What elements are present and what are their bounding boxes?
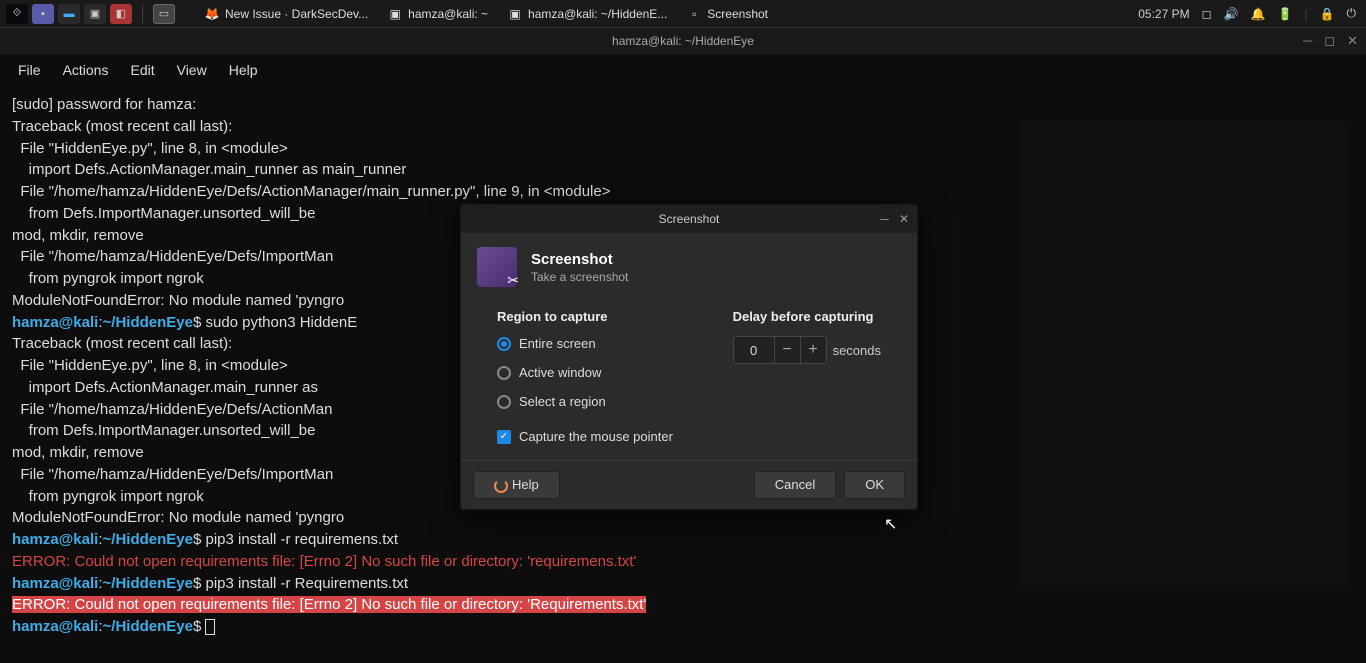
menu-view[interactable]: View — [177, 62, 207, 78]
system-tray: 05:27 PM ◻ 🔊 🔔 🔋 | 🔒 ⏻ — [1138, 6, 1366, 21]
background-browser-panel — [1020, 120, 1350, 590]
battery-icon[interactable]: 🔋 — [1277, 7, 1292, 21]
taskbar-item[interactable]: ▣ hamza@kali: ~/HiddenE... — [498, 3, 677, 25]
checkbox-icon: ✓ — [497, 430, 511, 444]
maximize-button[interactable]: ◻ — [1324, 33, 1335, 49]
region-section-label: Region to capture — [497, 309, 693, 324]
power-icon[interactable]: ⏻ — [1347, 6, 1357, 21]
task-app-icon: 🦊 — [205, 7, 219, 21]
window-titlebar: hamza@kali: ~/HiddenEye ─ ◻ ✕ — [0, 28, 1366, 54]
dialog-close-button[interactable]: ✕ — [899, 212, 909, 226]
active-window-icon[interactable]: ▭ — [153, 4, 175, 24]
screenshot-dialog: Screenshot ─ ✕ Screenshot Take a screens… — [460, 204, 918, 510]
seconds-label: seconds — [833, 343, 881, 358]
dialog-header: Screenshot Take a screenshot — [461, 233, 917, 301]
menu-help[interactable]: Help — [229, 62, 258, 78]
radio-icon — [497, 337, 511, 351]
menu-actions[interactable]: Actions — [63, 62, 109, 78]
help-button[interactable]: Help — [473, 471, 560, 499]
clock[interactable]: 05:27 PM — [1138, 7, 1189, 21]
menu-edit[interactable]: Edit — [130, 62, 154, 78]
minimize-button[interactable]: ─ — [1303, 33, 1312, 49]
dialog-window-title: Screenshot — [659, 212, 720, 226]
dialog-subtitle: Take a screenshot — [531, 270, 628, 284]
close-button[interactable]: ✕ — [1347, 33, 1358, 49]
terminal-menubar: File Actions Edit View Help — [0, 54, 1366, 86]
radio-icon — [497, 366, 511, 380]
task-app-icon: ▫ — [687, 7, 701, 21]
ok-button[interactable]: OK — [844, 471, 905, 499]
task-app-icon: ▣ — [388, 7, 402, 21]
cancel-button[interactable]: Cancel — [754, 471, 836, 499]
workspace-icon[interactable]: ◻ — [1202, 7, 1212, 21]
radio-select-region[interactable]: Select a region — [497, 394, 693, 409]
terminal-icon[interactable]: ▣ — [84, 4, 106, 24]
checkbox-mouse-pointer[interactable]: ✓Capture the mouse pointer — [497, 429, 693, 444]
kali-menu-icon[interactable]: ⟐ — [6, 4, 28, 24]
delay-decrease-button[interactable]: − — [774, 337, 800, 363]
radio-active-window[interactable]: Active window — [497, 365, 693, 380]
help-icon — [494, 479, 508, 493]
taskbar-item[interactable]: ▣ hamza@kali: ~ — [378, 3, 498, 25]
task-label: hamza@kali: ~/HiddenE... — [528, 7, 667, 21]
delay-section-label: Delay before capturing — [733, 309, 881, 324]
radio-entire-screen[interactable]: Entire screen — [497, 336, 693, 351]
taskbar: 🦊 New Issue · DarkSecDev... ▣ hamza@kali: ~… — [195, 3, 1138, 25]
dialog-minimize-button[interactable]: ─ — [880, 212, 889, 226]
task-label: New Issue · DarkSecDev... — [225, 7, 368, 21]
radio-icon — [497, 395, 511, 409]
task-label: hamza@kali: ~ — [408, 7, 488, 21]
screenshot-app-icon — [477, 247, 517, 287]
delay-spinner[interactable]: 0 − + — [733, 336, 827, 364]
menu-file[interactable]: File — [18, 62, 41, 78]
delay-value[interactable]: 0 — [734, 343, 774, 358]
volume-icon[interactable]: 🔊 — [1224, 7, 1239, 21]
dialog-title: Screenshot — [531, 251, 628, 268]
task-app-icon: ▣ — [508, 7, 522, 21]
notification-icon[interactable]: 🔔 — [1251, 7, 1266, 21]
system-topbar: ⟐ ▪ ▬ ▣ ◧ ▭ 🦊 New Issue · DarkSecDev... ▣ h… — [0, 0, 1366, 28]
taskbar-item[interactable]: ▫ Screenshot — [677, 3, 778, 25]
app-icon-1[interactable]: ▪ — [32, 4, 54, 24]
files-icon[interactable]: ▬ — [58, 4, 80, 24]
window-title-text: hamza@kali: ~/HiddenEye — [612, 34, 754, 48]
app-icon-2[interactable]: ◧ — [110, 4, 132, 24]
lock-icon[interactable]: 🔒 — [1320, 7, 1335, 21]
task-label: Screenshot — [707, 7, 768, 21]
dialog-titlebar[interactable]: Screenshot ─ ✕ — [461, 205, 917, 233]
delay-increase-button[interactable]: + — [800, 337, 826, 363]
taskbar-item[interactable]: 🦊 New Issue · DarkSecDev... — [195, 3, 378, 25]
launcher-icons: ⟐ ▪ ▬ ▣ ◧ ▭ — [0, 4, 175, 24]
